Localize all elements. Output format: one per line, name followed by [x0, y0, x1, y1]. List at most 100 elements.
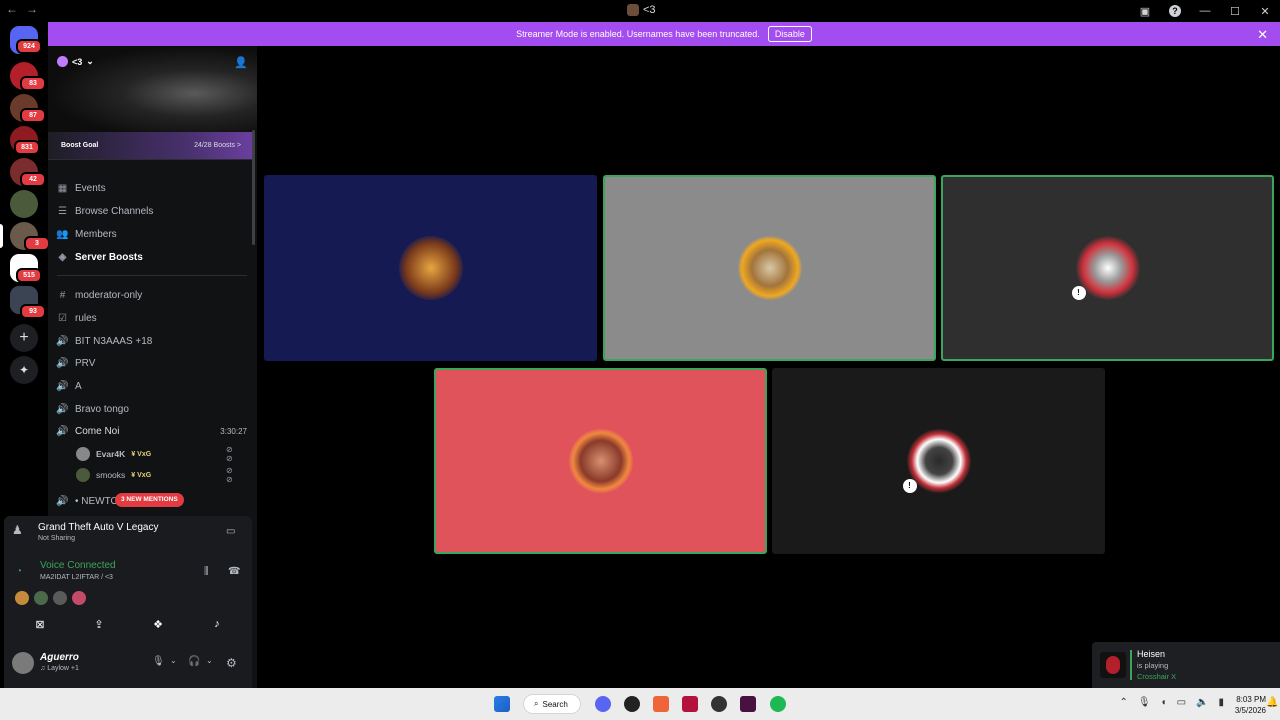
- share-screen-icon[interactable]: ▭: [226, 526, 235, 537]
- voice-channel[interactable]: MA2IDAT L2IFTAR / <3: [40, 574, 113, 581]
- calendar-icon: ▦: [57, 182, 68, 194]
- microphone-icon[interactable]: 🎙: [152, 656, 165, 667]
- user-name[interactable]: Aguerro: [40, 652, 79, 663]
- chevron-down-icon[interactable]: ⌄: [206, 656, 213, 665]
- avatar[interactable]: [12, 652, 34, 674]
- channel-voice[interactable]: 🔊 PRV: [56, 353, 96, 373]
- activity-toast[interactable]: Heisen is playing Crosshair X: [1092, 642, 1280, 688]
- activity-game: Grand Theft Auto V Legacy: [38, 522, 159, 533]
- boost-goal-bar[interactable]: Boost Goal 24/28 Boosts >: [48, 132, 253, 160]
- notification-icon[interactable]: 🔔: [1266, 697, 1280, 708]
- avatar[interactable]: [34, 591, 48, 605]
- window-title-text: <3: [643, 4, 656, 16]
- app-icon[interactable]: [740, 696, 756, 712]
- battery-icon[interactable]: ▮: [1218, 697, 1224, 708]
- inbox-icon[interactable]: ▣: [1130, 5, 1160, 18]
- soundboard-icon[interactable]: ♪: [203, 618, 231, 632]
- speaker-icon[interactable]: 🔈: [1196, 697, 1208, 708]
- headphones-icon[interactable]: ◖: [1161, 697, 1167, 708]
- voice-user-row[interactable]: smooks ¥ VxG ⊘ ⊘: [76, 466, 233, 484]
- explore-servers-button[interactable]: ✦: [10, 356, 38, 384]
- chevron-up-icon[interactable]: ⌃: [1119, 697, 1127, 708]
- forward-arrow-icon[interactable]: →: [26, 2, 38, 16]
- close-window-button[interactable]: ✕: [1250, 5, 1280, 18]
- maximize-button[interactable]: ☐: [1220, 5, 1250, 18]
- app-icon[interactable]: [682, 696, 698, 712]
- channel-voice[interactable]: 🔊 BIT N3AAAS +18: [56, 331, 152, 351]
- voice-tile[interactable]: !: [772, 368, 1105, 554]
- streamer-mode-message: Streamer Mode is enabled. Usernames have…: [516, 29, 760, 39]
- avatar[interactable]: [53, 591, 67, 605]
- voice-tile-speaking[interactable]: [603, 175, 936, 361]
- network-icon[interactable]: ▭: [1177, 697, 1186, 708]
- taskbar-clock[interactable]: 8:03 PM 3/5/2026: [1235, 694, 1266, 716]
- voice-tile-speaking[interactable]: [434, 368, 767, 554]
- channel-label: PRV: [75, 357, 96, 369]
- spotify-app-icon[interactable]: [770, 696, 786, 712]
- server-name-dropdown[interactable]: <3 ⌄: [57, 56, 94, 67]
- search-icon: ⌕: [534, 699, 539, 708]
- add-server-button[interactable]: +: [10, 324, 38, 352]
- unread-badge: 924: [16, 39, 42, 54]
- user-panel: ♟ Grand Theft Auto V Legacy Not Sharing …: [4, 516, 252, 688]
- window-title: <3: [627, 4, 656, 16]
- microphone-icon[interactable]: 🎙: [1138, 697, 1151, 708]
- search-box[interactable]: ⌕ Search: [523, 694, 581, 714]
- sidebar-scrollbar[interactable]: [252, 130, 255, 245]
- activities-icon[interactable]: ❖: [144, 618, 172, 632]
- camera-off-icon[interactable]: ⊠: [26, 618, 54, 632]
- user-tag: ¥ VxG: [131, 450, 152, 458]
- windows-start-icon[interactable]: [494, 696, 510, 712]
- dismiss-banner-button[interactable]: ✕: [1257, 27, 1268, 43]
- chevron-down-icon: ⌄: [86, 56, 94, 66]
- list-icon: ☰: [58, 205, 67, 217]
- activity-panel: ♟ Grand Theft Auto V Legacy Not Sharing …: [12, 522, 235, 542]
- nav-item-events[interactable]: ▦ Events: [57, 178, 106, 198]
- gear-icon[interactable]: ⚙: [226, 656, 237, 670]
- new-mentions-pill[interactable]: 3 NEW MENTIONS: [115, 493, 184, 507]
- help-button[interactable]: ?: [1160, 5, 1190, 17]
- invite-people-icon[interactable]: 👤: [234, 56, 248, 69]
- channel-rules[interactable]: ☑ rules: [57, 308, 97, 328]
- unread-badge: 93: [20, 304, 46, 319]
- minimize-button[interactable]: —: [1190, 5, 1220, 17]
- back-arrow-icon[interactable]: ←: [6, 2, 18, 16]
- voice-status[interactable]: Voice Connected: [40, 560, 116, 571]
- app-icon[interactable]: [711, 696, 727, 712]
- channel-voice[interactable]: 🔊 Bravo tongo: [56, 399, 129, 419]
- channel-voice-active[interactable]: 🔊 Come Noi: [56, 421, 119, 441]
- avatar[interactable]: [15, 591, 29, 605]
- noise-suppression-icon[interactable]: ⫼: [204, 566, 209, 577]
- active-server-indicator: [0, 224, 3, 248]
- disable-streamer-mode-button[interactable]: Disable: [767, 26, 812, 42]
- share-screen-icon[interactable]: ⇪: [85, 618, 113, 632]
- github-app-icon[interactable]: [624, 696, 640, 712]
- nav-item-label: Members: [75, 228, 117, 240]
- chevron-down-icon[interactable]: ⌄: [170, 656, 177, 665]
- disconnect-icon[interactable]: ☎: [228, 566, 240, 577]
- channel-voice[interactable]: 🔊 A: [56, 376, 81, 396]
- brave-app-icon[interactable]: [653, 696, 669, 712]
- avatar: [1100, 652, 1126, 678]
- server-badge-icon: [57, 56, 68, 67]
- nav-item-members[interactable]: 👥 Members: [56, 224, 117, 244]
- history-nav: ← →: [6, 2, 38, 16]
- channel-moderator-only[interactable]: # moderator-only: [57, 285, 143, 305]
- boost-goal-label: Boost Goal: [61, 142, 99, 149]
- voice-user-row[interactable]: Evar4K ¥ VxG ⊘ ⊘: [76, 445, 233, 463]
- toast-game: Crosshair X: [1137, 672, 1177, 681]
- avatar: [398, 236, 463, 300]
- nav-item-server-boosts[interactable]: ◈ Server Boosts: [57, 247, 143, 267]
- discord-app-icon[interactable]: [595, 696, 611, 712]
- channel-voice-partial[interactable]: 🔊 • NEWTO: [56, 491, 118, 511]
- avatar[interactable]: [72, 591, 86, 605]
- headphones-icon[interactable]: 🎧: [188, 656, 200, 667]
- unread-badge: 515: [16, 268, 42, 283]
- voice-tile-speaking[interactable]: !: [941, 175, 1274, 361]
- current-user: Aguerro ♫ Laylow +1 🎙 ⌄ 🎧 ⌄ ⚙: [12, 650, 248, 678]
- channel-label: rules: [75, 312, 97, 324]
- voice-tile[interactable]: [264, 175, 597, 361]
- rules-icon: ☑: [58, 312, 67, 324]
- server-icon[interactable]: [10, 190, 38, 218]
- nav-item-browse-channels[interactable]: ☰ Browse Channels: [57, 201, 153, 221]
